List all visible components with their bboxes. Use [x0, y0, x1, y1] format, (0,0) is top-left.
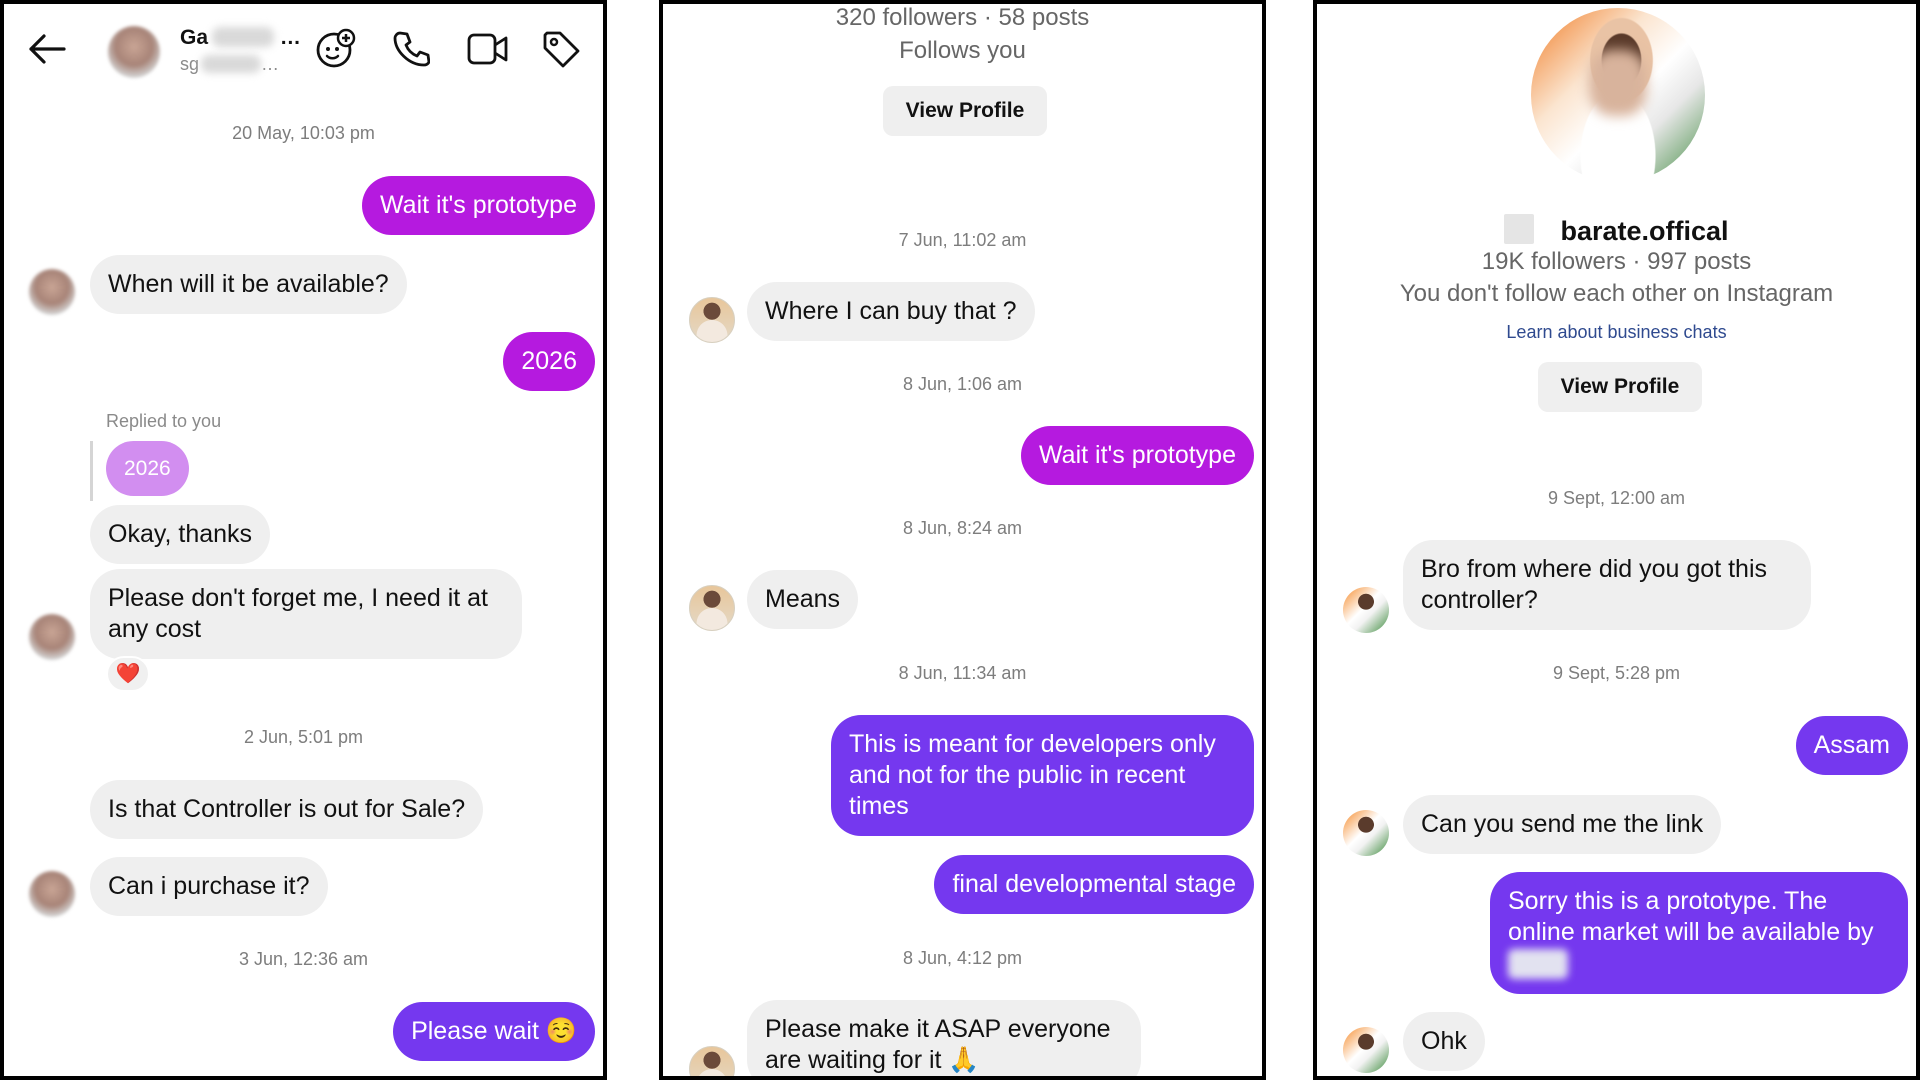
reply-bar — [90, 441, 93, 501]
timestamp: 3 Jun, 12:36 am — [238, 949, 369, 969]
sender-avatar[interactable] — [29, 871, 75, 917]
heart-reaction[interactable]: ❤️ — [106, 656, 150, 692]
timestamp: 9 Sept, 12:00 am — [1547, 488, 1686, 508]
chat-panel-2: 320 followers · 58 posts Follows you Vie… — [659, 0, 1266, 1080]
timestamp: 8 Jun, 1:06 am — [902, 374, 1023, 394]
timestamp: 8 Jun, 11:34 am — [898, 663, 1027, 683]
sender-avatar[interactable] — [29, 614, 75, 660]
outgoing-message[interactable]: Wait it's prototype — [362, 176, 595, 235]
timestamp: 2 Jun, 5:01 pm — [243, 727, 364, 747]
outgoing-message[interactable]: 2026 — [503, 332, 595, 391]
incoming-message[interactable]: Ohk — [1403, 1012, 1485, 1071]
chat-panel-3: barate.offical 19K followers · 997 posts… — [1313, 0, 1920, 1080]
timestamp: 7 Jun, 11:02 am — [898, 230, 1027, 250]
outgoing-message[interactable]: final developmental stage — [934, 855, 1254, 914]
sender-avatar[interactable] — [1343, 810, 1389, 856]
outgoing-message[interactable]: Please wait ☺️ — [393, 1002, 595, 1061]
header-avatar[interactable] — [108, 26, 160, 78]
header-name[interactable]: Ga … — [180, 24, 301, 50]
sticker-add-icon[interactable] — [314, 28, 356, 70]
sender-avatar[interactable] — [689, 585, 735, 631]
profile-stats: 320 followers · 58 posts — [835, 4, 1090, 31]
profile-avatar[interactable] — [1531, 8, 1705, 182]
header-username: sg… — [180, 54, 280, 74]
profile-relation: You don't follow each other on Instagram — [1399, 280, 1834, 307]
incoming-message[interactable]: Means — [747, 570, 859, 629]
incoming-message[interactable]: Okay, thanks — [90, 505, 271, 564]
incoming-message[interactable]: Please make it ASAP everyone are waiting… — [747, 1000, 1141, 1076]
sender-avatar[interactable] — [689, 297, 735, 343]
tag-icon[interactable] — [542, 30, 582, 68]
replied-label: Replied to you — [106, 411, 222, 431]
chat-panel-1: Ga … sg… 20 May, 10:03 pm Wait it's prot… — [0, 0, 607, 1080]
replied-quote[interactable]: 2026 — [106, 441, 189, 496]
sender-avatar[interactable] — [29, 269, 75, 315]
timestamp: 20 May, 10:03 pm — [232, 123, 375, 143]
outgoing-message[interactable]: Wait it's prototype — [1021, 426, 1254, 485]
incoming-message[interactable]: Where I can buy that ? — [747, 282, 1035, 341]
outgoing-message[interactable]: Sorry this is a prototype. The online ma… — [1490, 872, 1908, 994]
profile-stats: 19K followers · 997 posts — [1481, 248, 1752, 275]
video-icon[interactable] — [467, 32, 509, 66]
back-arrow-icon[interactable] — [26, 32, 66, 66]
incoming-message[interactable]: Can i purchase it? — [90, 857, 328, 916]
timestamp: 8 Jun, 4:12 pm — [902, 948, 1023, 968]
timestamp: 8 Jun, 8:24 am — [902, 518, 1023, 538]
outgoing-message[interactable]: This is meant for developers only and no… — [831, 715, 1254, 836]
profile-name[interactable]: barate.offical — [1317, 210, 1916, 247]
sender-avatar[interactable] — [1343, 1027, 1389, 1073]
profile-relation: Follows you — [899, 37, 1026, 64]
phone-icon[interactable] — [392, 30, 430, 68]
outgoing-message[interactable]: Assam — [1795, 716, 1908, 775]
incoming-message[interactable]: Please don't forget me, I need it at any… — [90, 569, 522, 659]
view-profile-button[interactable]: View Profile — [883, 86, 1047, 136]
timestamp: 9 Sept, 5:28 pm — [1552, 663, 1681, 683]
incoming-message[interactable]: Is that Controller is out for Sale? — [90, 780, 484, 839]
incoming-message[interactable]: Can you send me the link — [1403, 795, 1722, 854]
sender-avatar[interactable] — [1343, 587, 1389, 633]
incoming-message[interactable]: Bro from where did you got this controll… — [1403, 540, 1811, 630]
view-profile-button[interactable]: View Profile — [1538, 362, 1702, 412]
learn-business-chats-link[interactable]: Learn about business chats — [1317, 322, 1916, 343]
sender-avatar[interactable] — [689, 1046, 735, 1076]
incoming-message[interactable]: When will it be available? — [90, 255, 407, 314]
